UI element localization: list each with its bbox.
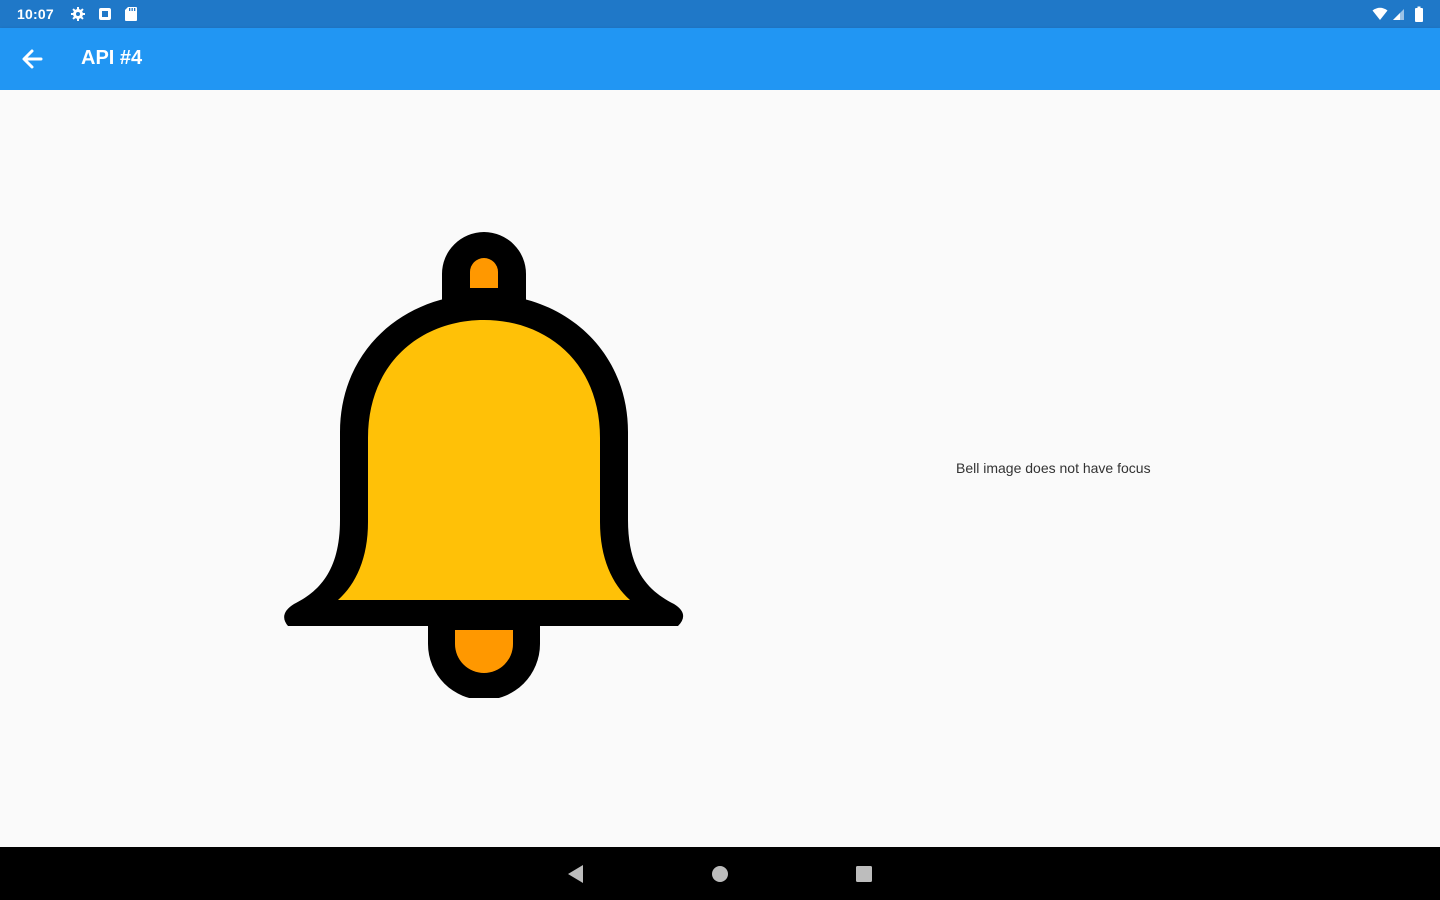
- wifi-icon: [1372, 7, 1388, 20]
- focus-status-text: Bell image does not have focus: [956, 460, 1151, 476]
- settings-icon: [71, 7, 85, 21]
- back-triangle-icon[interactable]: [563, 861, 589, 887]
- home-circle-icon[interactable]: [707, 861, 733, 887]
- sim-icon: [99, 8, 111, 20]
- back-button[interactable]: [14, 41, 50, 77]
- status-bar: 10:07: [0, 0, 1440, 28]
- main-content: Bell image does not have focus: [0, 90, 1440, 847]
- sd-card-icon: [125, 7, 137, 21]
- arrow-back-icon: [22, 49, 43, 69]
- page-title: API #4: [81, 47, 143, 69]
- battery-icon: [1415, 6, 1423, 22]
- signal-icon: [1393, 9, 1404, 20]
- navigation-bar: [0, 847, 1440, 900]
- app-bar: API #4: [0, 28, 1440, 90]
- recents-square-icon[interactable]: [851, 861, 877, 887]
- bell-icon: [284, 232, 684, 698]
- status-time: 10:07: [17, 6, 54, 22]
